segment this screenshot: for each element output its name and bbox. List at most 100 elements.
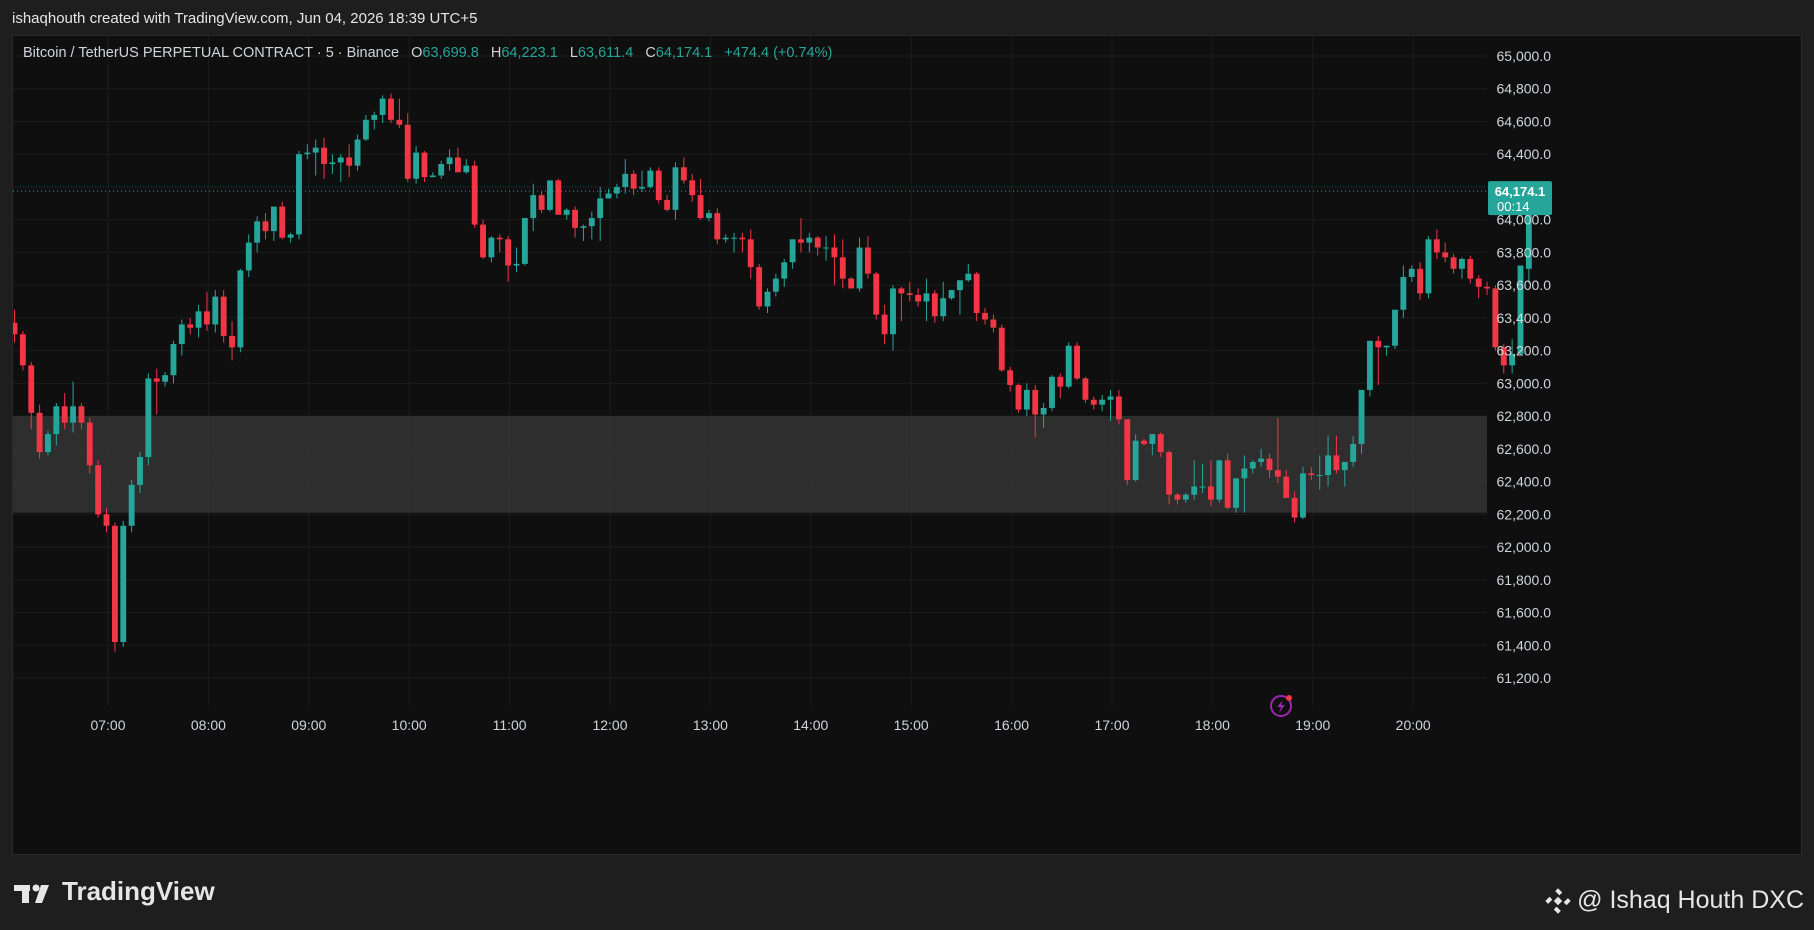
- symbol-title: Bitcoin / TetherUS PERPETUAL CONTRACT · …: [23, 45, 400, 61]
- candle-body: [739, 237, 746, 240]
- candle: [496, 234, 503, 253]
- close-value: 64,174.1: [655, 45, 713, 61]
- candle: [321, 137, 327, 179]
- candle: [864, 236, 871, 279]
- candle-body: [1007, 370, 1014, 386]
- open-value: 63,699.8: [422, 45, 479, 61]
- price-tick-label: 61,800.0: [1497, 572, 1552, 588]
- candle: [798, 218, 804, 253]
- candle: [781, 258, 788, 287]
- candle-body: [1065, 345, 1072, 387]
- candle: [1417, 262, 1424, 300]
- candle: [747, 229, 754, 279]
- candle-body: [898, 288, 905, 294]
- candle-body: [630, 173, 637, 189]
- candle-body: [388, 98, 394, 120]
- candle: [1015, 383, 1022, 413]
- candle-body: [1132, 440, 1139, 480]
- candle-body: [1425, 239, 1432, 294]
- candle: [1115, 389, 1122, 425]
- candle-body: [622, 173, 629, 187]
- candle-body: [1023, 389, 1030, 410]
- candle-body: [45, 434, 51, 453]
- price-tick-label: 63,800.0: [1497, 244, 1552, 260]
- candle-body: [86, 422, 93, 466]
- candle-body: [1484, 286, 1490, 289]
- alert-dot: [1286, 695, 1292, 701]
- lightning-icon: [1277, 700, 1285, 713]
- candle-body: [53, 406, 60, 435]
- candle-body: [463, 165, 470, 173]
- candle-body: [781, 262, 788, 279]
- candle-body: [1467, 258, 1474, 279]
- candle-body: [1182, 494, 1189, 500]
- candle-body: [1249, 461, 1256, 469]
- candle-body: [187, 324, 194, 328]
- candle-body: [563, 209, 570, 215]
- candle: [128, 479, 135, 533]
- candle: [1023, 383, 1030, 417]
- candle-body: [1266, 458, 1273, 471]
- candle-body: [1216, 460, 1223, 500]
- candle-body: [1074, 345, 1080, 379]
- high-value: 64,223.1: [501, 45, 558, 61]
- candle: [639, 170, 645, 192]
- time-tick-label: 15:00: [894, 717, 929, 733]
- candle: [839, 239, 846, 289]
- candle-body: [404, 124, 411, 179]
- time-tick-label: 09:00: [291, 717, 326, 733]
- candle: [13, 309, 18, 343]
- candle-body: [973, 273, 980, 313]
- candle-body: [103, 514, 110, 526]
- candle: [446, 149, 453, 171]
- candle-body: [588, 218, 595, 227]
- candle-body: [237, 270, 244, 348]
- alert-icon[interactable]: [1270, 695, 1292, 717]
- candle-body: [1090, 399, 1097, 405]
- candle: [396, 98, 403, 129]
- candle: [664, 195, 671, 212]
- candle: [647, 167, 654, 189]
- candle-body: [856, 247, 863, 289]
- candle-body: [1166, 452, 1173, 495]
- candle: [973, 272, 980, 322]
- price-tick-label: 63,000.0: [1497, 375, 1552, 391]
- candle-body: [823, 247, 829, 249]
- candle: [1475, 275, 1482, 299]
- candlestick-chart[interactable]: 65,000.064,800.064,600.064,400.064,200.0…: [13, 36, 1803, 856]
- tradingview-logo-icon: [14, 881, 54, 903]
- candle-body: [128, 484, 135, 526]
- candle: [1099, 394, 1106, 412]
- candle: [689, 173, 696, 202]
- open-label: O: [411, 45, 423, 61]
- chart-caption: ishaqhouth created with TradingView.com,…: [12, 10, 478, 27]
- candle-body: [881, 314, 888, 335]
- candle: [990, 314, 997, 333]
- candle-body: [1291, 497, 1298, 518]
- candle: [1392, 309, 1398, 349]
- chart-frame[interactable]: 65,000.064,800.064,600.064,400.064,200.0…: [12, 35, 1802, 855]
- candle: [965, 263, 972, 282]
- tradingview-logo[interactable]: TradingView: [14, 876, 215, 907]
- candle: [597, 186, 604, 241]
- candle-body: [1308, 473, 1315, 476]
- candle-body: [28, 365, 35, 413]
- candle-body: [421, 152, 428, 178]
- price-tick-label: 62,000.0: [1497, 539, 1552, 555]
- candle: [1300, 466, 1306, 520]
- candle-body: [605, 193, 612, 199]
- candle-body: [697, 195, 704, 219]
- candle: [998, 324, 1005, 372]
- candle-body: [1408, 268, 1415, 277]
- candle: [111, 522, 118, 652]
- time-tick-label: 16:00: [994, 717, 1029, 733]
- candle-body: [538, 195, 545, 210]
- last-price-value: 64,174.1: [1495, 184, 1546, 199]
- candle-body: [864, 247, 871, 274]
- candle-body: [337, 157, 344, 163]
- candle-body: [1107, 396, 1114, 400]
- time-tick-label: 12:00: [592, 717, 627, 733]
- grid-lines: [13, 36, 1487, 706]
- candle-body: [1241, 468, 1248, 479]
- candle: [237, 268, 244, 353]
